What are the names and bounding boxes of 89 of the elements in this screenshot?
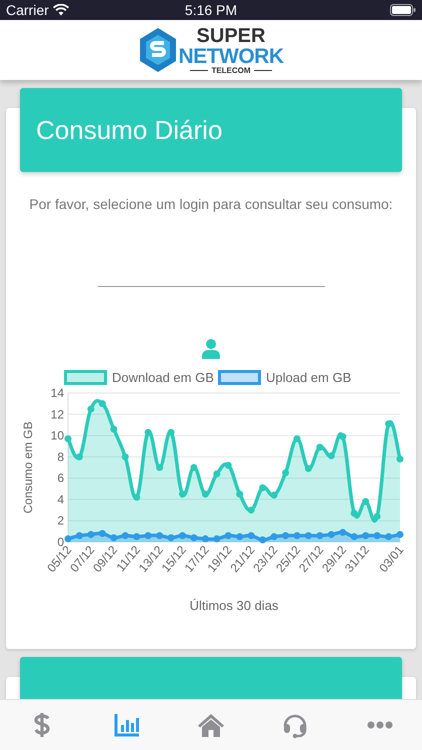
point xyxy=(270,492,278,499)
prompt-text: Por favor, selecione um login para consultar seu consumo: xyxy=(28,196,394,212)
point xyxy=(259,484,266,492)
point xyxy=(178,532,186,540)
point xyxy=(385,420,392,428)
point xyxy=(133,494,140,501)
point xyxy=(350,533,358,540)
point xyxy=(133,533,140,540)
point xyxy=(122,453,129,460)
point xyxy=(248,532,255,540)
logo-text: SUPER xyxy=(196,26,266,46)
logo-subtitle: TELECOM xyxy=(211,66,251,74)
carrier-label: Carrier xyxy=(6,2,49,18)
legend-label: Upload em GB xyxy=(266,370,352,385)
point xyxy=(98,530,106,537)
user-icon xyxy=(202,339,220,359)
point xyxy=(122,532,129,540)
dollar-icon xyxy=(33,712,52,738)
point xyxy=(304,465,312,472)
point xyxy=(156,532,164,540)
point xyxy=(396,455,404,462)
clock-time: 5:16 PM xyxy=(184,2,238,18)
logo-text: NETWORK xyxy=(178,46,284,66)
point xyxy=(110,534,118,542)
point xyxy=(110,426,118,433)
point xyxy=(339,433,346,440)
point xyxy=(339,528,346,536)
point xyxy=(168,534,175,542)
point xyxy=(156,464,164,471)
point xyxy=(224,462,232,469)
point xyxy=(178,490,186,498)
battery-icon xyxy=(390,4,416,16)
point xyxy=(270,533,278,540)
point xyxy=(190,534,198,542)
point xyxy=(98,400,106,408)
point xyxy=(202,490,209,498)
point xyxy=(236,490,244,498)
x-axis-title: Últimos 30 dias xyxy=(190,598,278,613)
point xyxy=(76,532,83,540)
point xyxy=(168,428,175,436)
point xyxy=(282,469,290,476)
point xyxy=(396,531,404,538)
point xyxy=(316,444,324,451)
point xyxy=(293,435,300,442)
point xyxy=(282,532,290,540)
point xyxy=(76,453,83,460)
point xyxy=(87,405,94,412)
point xyxy=(213,535,220,542)
hexagon-logo-icon xyxy=(138,27,176,73)
point xyxy=(213,470,220,478)
legend-label: Download em GB xyxy=(112,370,214,385)
point xyxy=(64,535,72,542)
point xyxy=(350,510,358,517)
legend-swatch xyxy=(218,370,261,385)
y-tick-label: 0 xyxy=(57,535,64,549)
point xyxy=(144,428,152,436)
card-title: Consumo Diário xyxy=(36,114,222,146)
point xyxy=(224,532,232,540)
point xyxy=(259,536,266,544)
point xyxy=(304,532,312,540)
y-tick-label: 10 xyxy=(50,428,64,443)
point xyxy=(362,498,370,506)
legend-swatch xyxy=(64,370,107,385)
point xyxy=(293,532,300,540)
y-tick-label: 14 xyxy=(50,386,64,400)
point xyxy=(144,532,152,540)
point xyxy=(64,435,72,442)
point xyxy=(362,532,370,540)
point xyxy=(202,535,209,542)
point xyxy=(87,531,94,538)
point xyxy=(328,452,335,460)
point xyxy=(248,506,255,514)
y-tick-label: 12 xyxy=(50,407,64,422)
point xyxy=(190,464,198,471)
more-icon xyxy=(366,721,393,729)
y-tick-label: 4 xyxy=(57,492,64,506)
bar-chart-icon xyxy=(114,713,140,737)
y-tick-label: 6 xyxy=(57,471,64,486)
home-icon xyxy=(197,713,226,737)
y-axis-title: Consumo em GB xyxy=(21,421,35,514)
point xyxy=(374,532,381,540)
point xyxy=(385,533,392,540)
point xyxy=(374,512,381,520)
point xyxy=(328,531,335,538)
point xyxy=(316,532,324,540)
y-tick-label: 2 xyxy=(57,514,64,528)
point xyxy=(236,533,244,540)
y-tick-label: 8 xyxy=(57,450,64,464)
wifi-icon xyxy=(52,4,69,16)
